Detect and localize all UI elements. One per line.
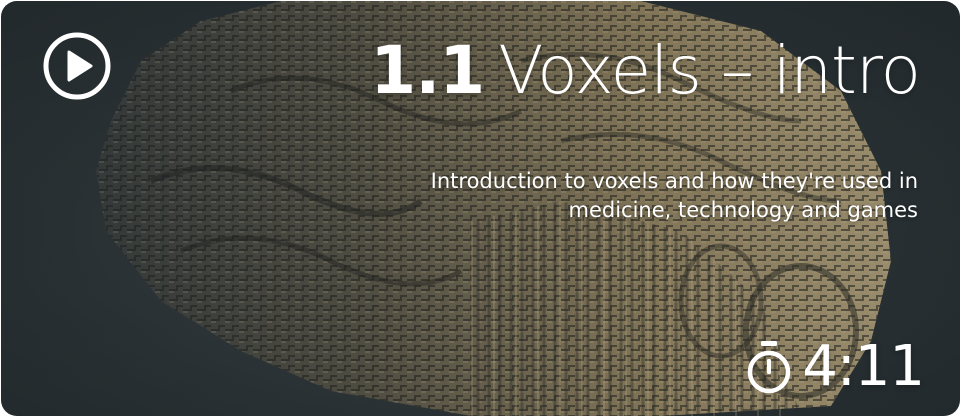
stopwatch-icon [747,341,791,394]
play-circle-icon[interactable] [41,30,113,102]
duration-label: 4:11 [802,334,925,399]
lesson-number: 1.1 [370,32,485,109]
lesson-description: Introduction to voxels and how they're u… [430,169,918,222]
lesson-duration: 4:11 [746,331,925,403]
lesson-title: 1.1 Voxels – intro [370,25,921,117]
lesson-title-text: Voxels – intro [498,32,921,109]
lesson-card[interactable]: 1.1 Voxels – intro Introduction to voxels… [1,1,960,416]
